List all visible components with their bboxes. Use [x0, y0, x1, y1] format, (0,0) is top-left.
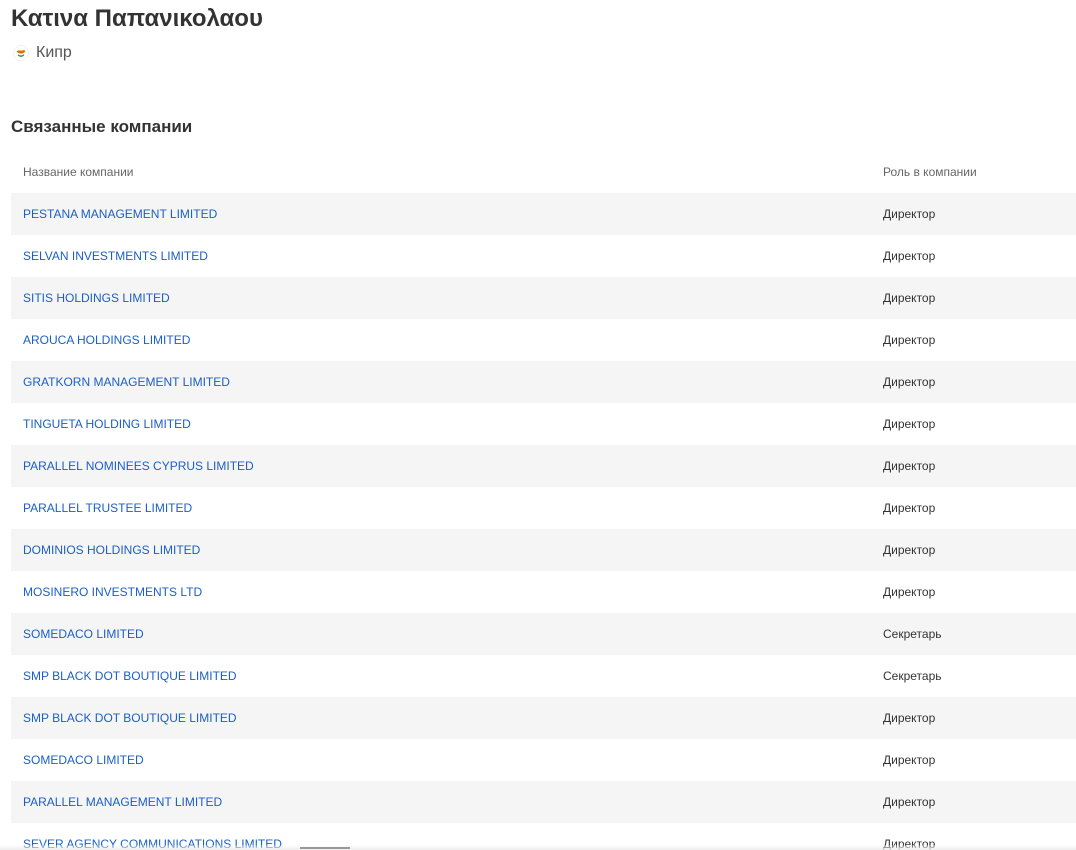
related-companies-title: Связанные компании: [11, 117, 193, 136]
company-role: Секретарь: [883, 627, 942, 641]
company-role: Директор: [883, 501, 936, 515]
table-body: PESTANA MANAGEMENT LIMITED Директор SELV…: [11, 193, 1076, 850]
company-link[interactable]: SMP BLACK DOT BOUTIQUE LIMITED: [23, 669, 237, 683]
table-row: SMP BLACK DOT BOUTIQUE LIMITED Секретарь: [11, 655, 1076, 697]
company-role: Директор: [883, 333, 936, 347]
company-link[interactable]: SELVAN INVESTMENTS LIMITED: [23, 249, 208, 263]
company-link[interactable]: AROUCA HOLDINGS LIMITED: [23, 333, 190, 347]
company-role: Директор: [883, 795, 936, 809]
company-link[interactable]: SITIS HOLDINGS LIMITED: [23, 291, 170, 305]
company-role: Директор: [883, 291, 936, 305]
table-row: DOMINIOS HOLDINGS LIMITED Директор: [11, 529, 1076, 571]
company-link[interactable]: SOMEDACO LIMITED: [23, 627, 144, 641]
company-link[interactable]: SOMEDACO LIMITED: [23, 753, 144, 767]
bottom-fade: [0, 845, 1076, 850]
table-row: GRATKORN MANAGEMENT LIMITED Директор: [11, 361, 1076, 403]
cyprus-flag-icon: [13, 45, 29, 61]
company-link[interactable]: PARALLEL NOMINEES CYPRUS LIMITED: [23, 459, 254, 473]
table-row: PESTANA MANAGEMENT LIMITED Директор: [11, 193, 1076, 235]
company-role: Директор: [883, 753, 936, 767]
table-header: Название компании Роль в компании: [11, 151, 1076, 193]
company-role: Директор: [883, 417, 936, 431]
person-name: Κατινα Παπανικολαου: [11, 5, 263, 32]
table-row: PARALLEL NOMINEES CYPRUS LIMITED Директо…: [11, 445, 1076, 487]
table-row: SOMEDACO LIMITED Директор: [11, 739, 1076, 781]
table-row: SELVAN INVESTMENTS LIMITED Директор: [11, 235, 1076, 277]
table-row: SMP BLACK DOT BOUTIQUE LIMITED Директор: [11, 697, 1076, 739]
company-link[interactable]: DOMINIOS HOLDINGS LIMITED: [23, 543, 200, 557]
related-companies-table: Название компании Роль в компании PESTAN…: [11, 151, 1076, 850]
table-row: PARALLEL TRUSTEE LIMITED Директор: [11, 487, 1076, 529]
company-role: Директор: [883, 711, 936, 725]
company-link[interactable]: PARALLEL MANAGEMENT LIMITED: [23, 795, 222, 809]
company-role: Директор: [883, 207, 936, 221]
company-role: Директор: [883, 459, 936, 473]
company-link[interactable]: MOSINERO INVESTMENTS LTD: [23, 585, 202, 599]
country-label: Кипр: [36, 44, 72, 61]
table-row: PARALLEL MANAGEMENT LIMITED Директор: [11, 781, 1076, 823]
country-row: Кипр: [13, 43, 72, 63]
company-role: Директор: [883, 249, 936, 263]
company-link[interactable]: TINGUETA HOLDING LIMITED: [23, 417, 191, 431]
company-role: Директор: [883, 375, 936, 389]
table-row: SITIS HOLDINGS LIMITED Директор: [11, 277, 1076, 319]
table-row: TINGUETA HOLDING LIMITED Директор: [11, 403, 1076, 445]
column-header-role: Роль в компании: [883, 165, 977, 179]
company-role: Директор: [883, 543, 936, 557]
company-link[interactable]: PESTANA MANAGEMENT LIMITED: [23, 207, 217, 221]
company-link[interactable]: GRATKORN MANAGEMENT LIMITED: [23, 375, 230, 389]
company-role: Директор: [883, 585, 936, 599]
scroll-indicator[interactable]: [300, 847, 350, 849]
company-link[interactable]: PARALLEL TRUSTEE LIMITED: [23, 501, 192, 515]
table-row: SOMEDACO LIMITED Секретарь: [11, 613, 1076, 655]
table-row: MOSINERO INVESTMENTS LTD Директор: [11, 571, 1076, 613]
person-page: Κατινα Παπανικολαου Кипр Связанные компа…: [0, 0, 1076, 850]
company-link[interactable]: SMP BLACK DOT BOUTIQUE LIMITED: [23, 711, 237, 725]
column-header-company-name: Название компании: [23, 165, 134, 179]
table-row: AROUCA HOLDINGS LIMITED Директор: [11, 319, 1076, 361]
company-role: Секретарь: [883, 669, 942, 683]
